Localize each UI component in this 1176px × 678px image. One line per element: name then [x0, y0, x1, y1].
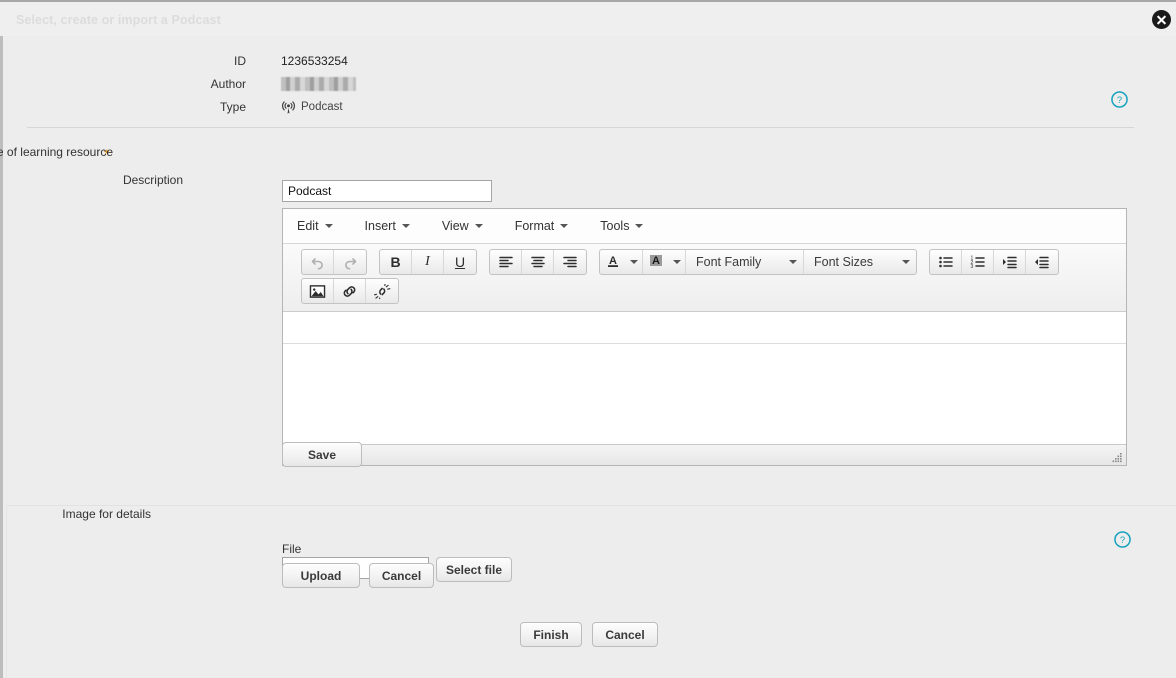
font-family-label: Font Family [696, 255, 761, 269]
undo-icon[interactable] [302, 250, 334, 274]
meta-label-author: Author [3, 73, 246, 96]
upload-button[interactable]: Upload [282, 563, 360, 588]
help-circle-icon[interactable]: ? [1111, 91, 1128, 108]
select-file-button[interactable]: Select file [436, 557, 512, 582]
editor-menu-tools[interactable]: Tools [600, 215, 657, 237]
editor-menu-insert[interactable]: Insert [365, 215, 424, 237]
redo-icon[interactable] [334, 250, 366, 274]
description-label: Description [0, 173, 183, 187]
italic-icon[interactable]: I [412, 250, 444, 274]
background-color-icon[interactable]: A [643, 250, 686, 274]
history-group [301, 249, 367, 275]
font-family-select[interactable]: Font Family [686, 250, 804, 274]
editor-menu-view-label: View [442, 219, 469, 233]
chevron-down-icon [789, 260, 797, 264]
editor-toolbar: B I U [283, 244, 1126, 312]
svg-text:?: ? [1117, 95, 1122, 106]
dialog-body: ID 1236533254 Author Type [0, 36, 1176, 678]
editor-toolbar-row-2 [301, 278, 1120, 304]
meta-label-type: Type [3, 96, 246, 119]
chevron-down-icon [902, 260, 910, 264]
meta-value-id: 1236533254 [281, 50, 348, 73]
list-indent-group: 123 [929, 249, 1059, 275]
bullet-list-icon[interactable] [930, 250, 962, 274]
dialog-titlebar: Select, create or import a Podcast [0, 0, 1176, 36]
chevron-down-icon [560, 224, 568, 228]
finish-button[interactable]: Finish [520, 622, 582, 647]
outdent-icon[interactable] [1026, 250, 1058, 274]
podcast-icon [281, 100, 296, 115]
align-center-icon[interactable] [522, 250, 554, 274]
editor-menu-format-label: Format [515, 219, 555, 233]
svg-text:?: ? [1120, 535, 1125, 546]
font-group: A A [599, 249, 917, 275]
unlink-icon[interactable] [366, 279, 398, 303]
editor-menu-insert-label: Insert [365, 219, 396, 233]
editor-menu-format[interactable]: Format [515, 215, 583, 237]
lower-panel-edge [6, 505, 1176, 678]
close-icon[interactable] [1152, 10, 1171, 29]
insert-link-icon[interactable] [334, 279, 366, 303]
numbered-list-icon[interactable]: 123 [962, 250, 994, 274]
font-sizes-select[interactable]: Font Sizes [804, 250, 916, 274]
dialog-title: Select, create or import a Podcast [16, 13, 221, 27]
editor-menu-view[interactable]: View [442, 215, 497, 237]
file-label: File [282, 542, 301, 556]
chevron-down-icon [630, 260, 638, 264]
resize-grip-icon[interactable] [1112, 452, 1123, 463]
editor-statusbar: p [283, 444, 1126, 465]
editor-menu-edit[interactable]: Edit [297, 215, 347, 237]
title-input[interactable] [282, 180, 492, 202]
svg-text:A: A [652, 255, 660, 267]
alignment-group [489, 249, 587, 275]
title-field-label: Title of learning resource [0, 145, 113, 159]
text-color-icon[interactable]: A [600, 250, 643, 274]
image-for-details-label: Image for details [0, 507, 151, 521]
text-style-group: B I U [379, 249, 477, 275]
align-left-icon[interactable] [490, 250, 522, 274]
podcast-dialog: Select, create or import a Podcast ID 12… [0, 0, 1176, 678]
chevron-down-icon [402, 224, 410, 228]
podcast-type-label: Podcast [301, 96, 343, 119]
upload-cancel-button[interactable]: Cancel [369, 563, 434, 588]
meta-row-author: Author [3, 73, 1103, 96]
meta-row-type: Type Podcast [3, 96, 1103, 119]
resource-meta: ID 1236533254 Author Type [3, 50, 1103, 119]
insert-image-icon[interactable] [302, 279, 334, 303]
font-sizes-label: Font Sizes [814, 255, 873, 269]
editor-menu-tools-label: Tools [600, 219, 629, 233]
align-right-icon[interactable] [554, 250, 586, 274]
meta-label-id: ID [3, 50, 246, 73]
editor-menubar: Edit Insert View Format Tools [283, 209, 1126, 244]
meta-value-type: Podcast [281, 96, 343, 119]
meta-divider [27, 127, 1134, 128]
chevron-down-icon [673, 260, 681, 264]
meta-value-author-redacted [281, 77, 356, 91]
meta-row-id: ID 1236533254 [3, 50, 1103, 73]
editor-content-area[interactable] [283, 343, 1126, 444]
bold-icon[interactable]: B [380, 250, 412, 274]
help-circle-icon-upload[interactable]: ? [1114, 531, 1131, 548]
chevron-down-icon [635, 224, 643, 228]
chevron-down-icon [475, 224, 483, 228]
editor-menu-edit-label: Edit [297, 219, 319, 233]
underline-icon[interactable]: U [444, 250, 476, 274]
description-rich-text-editor: Edit Insert View Format Tools [282, 208, 1127, 466]
svg-text:3: 3 [970, 264, 973, 269]
chevron-down-icon [325, 224, 333, 228]
insert-group [301, 278, 399, 304]
indent-icon[interactable] [994, 250, 1026, 274]
footer-cancel-button[interactable]: Cancel [592, 622, 658, 647]
save-button[interactable]: Save [282, 442, 362, 467]
editor-toolbar-row-1: B I U [301, 249, 1120, 275]
